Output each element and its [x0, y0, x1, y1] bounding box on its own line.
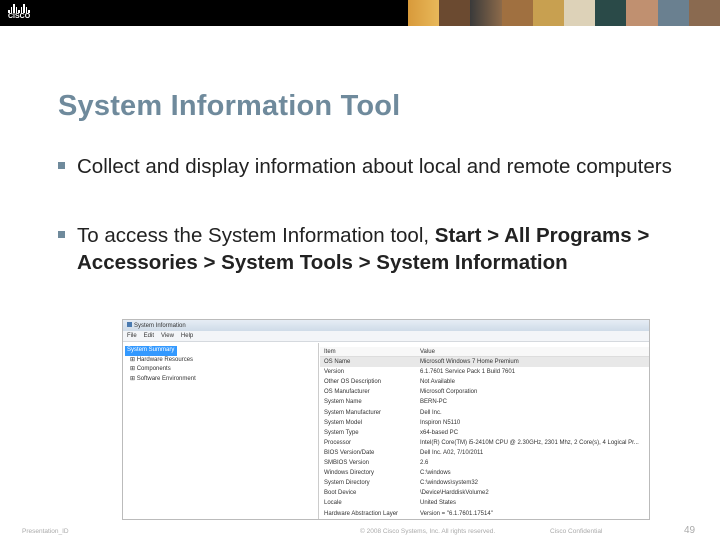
- tree-item-components[interactable]: ⊞ Components: [125, 365, 316, 375]
- slide-title: System Information Tool: [58, 90, 401, 122]
- row-item: Hardware Abstraction Layer: [324, 510, 399, 517]
- bullet-marker: [58, 162, 65, 169]
- window-title-bar: System Information: [123, 320, 649, 331]
- tree-item-hardware-resources[interactable]: ⊞ Hardware Resources: [125, 356, 316, 366]
- table-row[interactable]: System Model Inspiron N5110: [320, 418, 649, 428]
- bullet-1: Collect and display information about lo…: [58, 153, 678, 180]
- column-value[interactable]: Value: [420, 347, 435, 356]
- row-value: x64-based PC: [420, 429, 459, 436]
- table-header: Item Value: [320, 347, 649, 358]
- table-row[interactable]: OS Name Microsoft Windows 7 Home Premium: [320, 357, 649, 368]
- system-information-screenshot: System Information File Edit View Help S…: [122, 319, 650, 520]
- row-value: Inspiron N5110: [420, 419, 461, 426]
- row-item: System Type: [324, 429, 359, 436]
- row-value: Microsoft Corporation: [420, 389, 478, 396]
- row-item: Locale: [324, 500, 342, 507]
- page-number: 49: [684, 525, 696, 536]
- table-row[interactable]: OS Manufacturer Microsoft Corporation: [320, 387, 649, 397]
- row-item: BIOS Version/Date: [324, 449, 375, 456]
- tree-item-system-summary[interactable]: System Summary: [125, 346, 177, 356]
- row-item: Version: [324, 369, 345, 376]
- menu-bar: File Edit View Help: [123, 331, 649, 342]
- column-item[interactable]: Item: [324, 347, 420, 356]
- footer-copyright: © 2008 Cisco Systems, Inc. All rights re…: [360, 528, 496, 535]
- row-item: Other OS Description: [324, 379, 382, 386]
- row-item: OS Name: [324, 359, 351, 366]
- row-item: Boot Device: [324, 490, 357, 497]
- table-row[interactable]: System Manufacturer Dell Inc.: [320, 408, 649, 418]
- row-value: BERN-PC: [420, 399, 448, 406]
- footer-confidential: Cisco Confidential: [550, 528, 603, 535]
- table-row[interactable]: Boot Device \Device\HarddiskVolume2: [320, 488, 649, 498]
- row-value: Not Available: [420, 379, 455, 386]
- table-row[interactable]: Version 6.1.7601 Service Pack 1 Build 760…: [320, 367, 649, 377]
- row-item: Windows Directory: [324, 470, 375, 477]
- header-bar: CISCO: [0, 0, 720, 26]
- row-item: System Manufacturer: [324, 409, 382, 416]
- row-value: \Device\HarddiskVolume2: [420, 490, 489, 497]
- row-value: Intel(R) Core(TM) i5-2410M CPU @ 2.30GHz…: [420, 439, 639, 446]
- table-row[interactable]: Hardware Abstraction Layer Version = "6.1…: [320, 509, 649, 519]
- row-item: System Directory: [324, 480, 370, 487]
- window-icon: [127, 322, 132, 327]
- row-item: OS Manufacturer: [324, 389, 370, 396]
- row-value: C:\windows\system32: [420, 480, 479, 487]
- bullet-2: To access the System Information tool, S…: [58, 222, 678, 276]
- cisco-logo: CISCO: [8, 4, 30, 21]
- table-row[interactable]: Locale United States: [320, 498, 649, 508]
- menu-help[interactable]: Help: [181, 333, 193, 339]
- row-item: System Model: [324, 419, 363, 426]
- menu-view[interactable]: View: [161, 333, 174, 339]
- table-row[interactable]: SMBIOS Version 2.6: [320, 458, 649, 468]
- footer-presentation-id: Presentation_ID: [22, 528, 69, 535]
- tree-item-software-environment[interactable]: ⊞ Software Environment: [125, 375, 316, 385]
- row-value: Dell Inc. A02, 7/10/2011: [420, 449, 484, 456]
- row-value: 2.6: [420, 460, 429, 467]
- menu-file[interactable]: File: [127, 333, 137, 339]
- row-value: Microsoft Windows 7 Home Premium: [420, 359, 519, 366]
- row-value: Version = "6.1.7601.17514": [420, 510, 493, 517]
- table-row[interactable]: System Directory C:\windows\system32: [320, 478, 649, 488]
- row-value: 6.1.7601 Service Pack 1 Build 7601: [420, 369, 516, 376]
- bullet-marker: [58, 231, 65, 238]
- row-item: SMBIOS Version: [324, 460, 370, 467]
- table-row[interactable]: Windows Directory C:\windows: [320, 468, 649, 478]
- row-item: Processor: [324, 439, 352, 446]
- category-tree: System Summary ⊞ Hardware Resources ⊞ Co…: [123, 343, 319, 519]
- details-table: Item Value OS Name Microsoft Windows 7 Ho…: [320, 343, 649, 519]
- table-row[interactable]: System Type x64-based PC: [320, 428, 649, 438]
- row-value: United States: [420, 500, 457, 507]
- menu-edit[interactable]: Edit: [144, 333, 154, 339]
- row-item: System Name: [324, 399, 362, 406]
- row-value: Dell Inc.: [420, 409, 442, 416]
- table-row[interactable]: System Name BERN-PC: [320, 397, 649, 407]
- table-row[interactable]: Processor Intel(R) Core(TM) i5-2410M CPU …: [320, 438, 649, 448]
- table-row[interactable]: Other OS Description Not Available: [320, 377, 649, 387]
- row-value: C:\windows: [420, 470, 451, 477]
- table-row[interactable]: BIOS Version/Date Dell Inc. A02, 7/10/201…: [320, 448, 649, 458]
- header-photo-strip: [408, 0, 720, 26]
